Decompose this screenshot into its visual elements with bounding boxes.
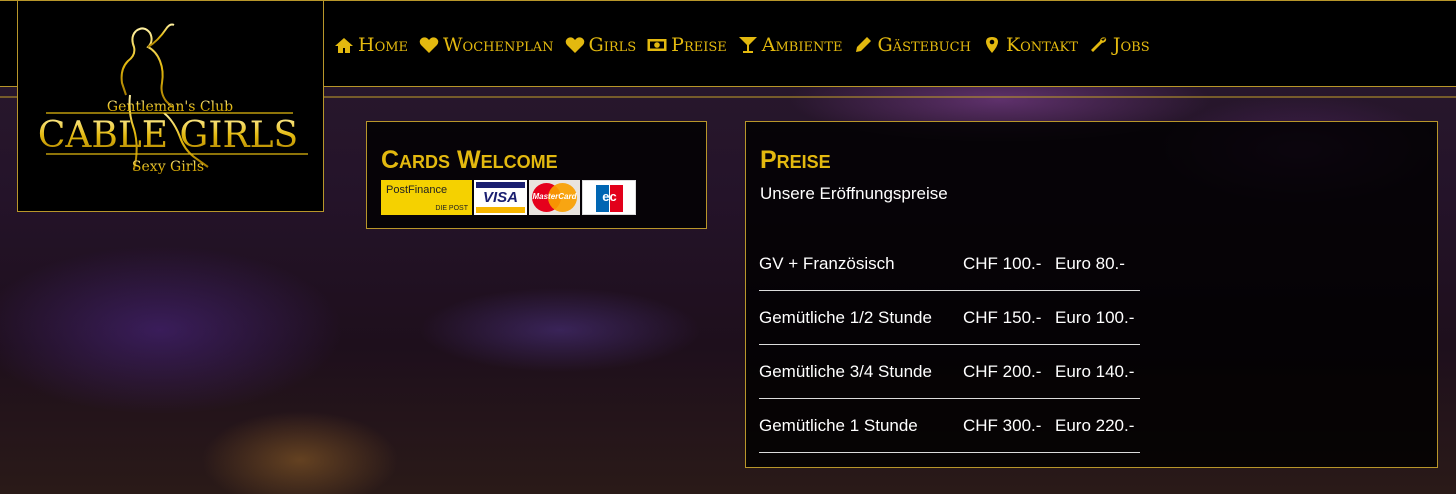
price-eur: Euro 80.- <box>1055 253 1125 273</box>
price-chf: CHF 200.- <box>963 361 1042 381</box>
mastercard-logo: MasterCard <box>529 180 580 215</box>
nav-jobs-label: Jobs <box>1112 34 1150 56</box>
preise-subtitle: Unsere Eröffnungspreise <box>760 184 948 203</box>
table-row: Gemütliche 3/4 Stunde CHF 200.- Euro 140… <box>759 345 1140 399</box>
main-navigation: Home Wochenplan Girls Preise Ambiente Gä… <box>334 30 1161 60</box>
cards-welcome-panel: Cards Welcome PostFinance DIE POST VISA … <box>366 121 707 229</box>
nav-gaestebuch[interactable]: Gästebuch <box>854 34 971 56</box>
price-eur: Euro 220.- <box>1055 415 1135 435</box>
payment-cards-row: PostFinance DIE POST VISA MasterCard ec <box>381 180 638 215</box>
price-eur: Euro 140.- <box>1055 361 1135 381</box>
ec-card-logo: ec <box>582 180 636 215</box>
cocktail-icon <box>738 36 758 54</box>
nav-girls-label: Girls <box>588 34 637 56</box>
map-marker-icon <box>982 36 1002 54</box>
price-chf: CHF 300.- <box>963 415 1042 435</box>
price-eur: Euro 100.- <box>1055 307 1135 327</box>
postfinance-logo: PostFinance DIE POST <box>381 180 472 215</box>
nav-wochenplan[interactable]: Wochenplan <box>419 34 554 56</box>
preise-title: Preise <box>760 146 831 174</box>
nav-ambiente-label: Ambiente <box>761 34 843 56</box>
heart-icon <box>565 36 585 54</box>
nav-home-label: Home <box>358 34 409 56</box>
price-name: Gemütliche 1/2 Stunde <box>759 307 932 327</box>
price-name: Gemütliche 1 Stunde <box>759 415 918 435</box>
price-name: GV + Französisch <box>759 253 895 273</box>
preise-panel: Preise Unsere Eröffnungspreise GV + Fran… <box>745 121 1438 468</box>
table-row: Gemütliche 1/2 Stunde CHF 150.- Euro 100… <box>759 291 1140 345</box>
visa-logo: VISA <box>474 180 527 215</box>
nav-jobs[interactable]: Jobs <box>1089 34 1150 56</box>
price-name: Gemütliche 3/4 Stunde <box>759 361 932 381</box>
cards-welcome-title: Cards Welcome <box>381 146 558 174</box>
nav-home[interactable]: Home <box>334 34 408 56</box>
logo-brand: CABLE GIRLS <box>38 115 298 156</box>
nav-kontakt-label: Kontakt <box>1005 34 1078 56</box>
wrench-icon <box>1089 36 1109 54</box>
nav-kontakt[interactable]: Kontakt <box>982 34 1078 56</box>
price-chf: CHF 150.- <box>963 307 1042 327</box>
money-icon <box>647 36 667 54</box>
nav-ambiente[interactable]: Ambiente <box>738 34 843 56</box>
nav-girls[interactable]: Girls <box>565 34 637 56</box>
nav-preise[interactable]: Preise <box>647 34 727 56</box>
heart-icon <box>419 36 439 54</box>
table-row: GV + Französisch CHF 100.- Euro 80.- <box>759 237 1140 291</box>
site-logo[interactable]: Gentleman's Club CABLE GIRLS Sexy Girls <box>17 0 324 212</box>
home-icon <box>334 36 354 54</box>
price-table: GV + Französisch CHF 100.- Euro 80.- Gem… <box>759 237 1140 453</box>
logo-tagline-bottom: Sexy Girls <box>132 159 204 175</box>
nav-wochenplan-label: Wochenplan <box>443 34 554 56</box>
table-row: Gemütliche 1 Stunde CHF 300.- Euro 220.- <box>759 399 1140 453</box>
pencil-icon <box>854 36 874 54</box>
price-chf: CHF 100.- <box>963 253 1042 273</box>
nav-preise-label: Preise <box>671 34 727 56</box>
nav-gaestebuch-label: Gästebuch <box>877 34 971 56</box>
